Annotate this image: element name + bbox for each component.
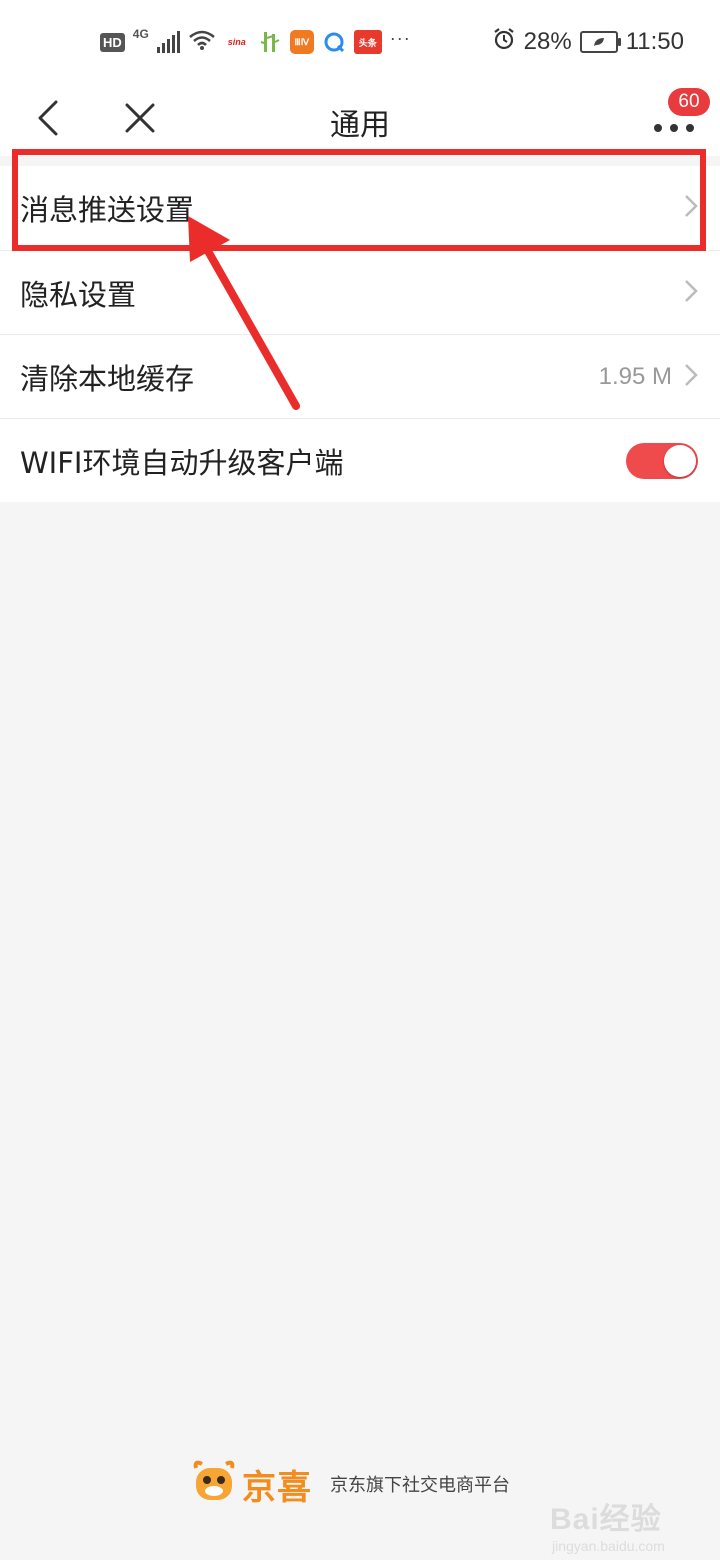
chevron-right-icon: [684, 279, 698, 307]
setting-label: 隐私设置: [20, 277, 137, 312]
status-bar: HD 4G sina ⅢⅣ 头条 ··· 28% 11:50: [0, 0, 720, 84]
chevron-right-icon: [684, 194, 698, 222]
bamboo-app-icon: [258, 30, 282, 54]
watermark-url: jingyan.baidu.com: [552, 1538, 665, 1554]
setting-control: [684, 279, 698, 307]
settings-list: 消息推送设置 隐私设置 清除本地缓存 1.95 M WIFI环境自动升级客户端: [0, 166, 720, 502]
setting-label: WIFI环境自动升级客户端: [20, 445, 344, 480]
status-bar-left: HD 4G sina ⅢⅣ 头条 ···: [100, 26, 411, 58]
setting-control: [626, 442, 698, 479]
setting-label: 消息推送设置: [20, 193, 195, 227]
setting-row-wifi-auto-upgrade: WIFI环境自动升级客户端: [0, 418, 720, 502]
setting-row-privacy[interactable]: 隐私设置: [0, 250, 720, 334]
sina-icon: sina: [227, 37, 246, 47]
hd-badge: HD: [100, 32, 125, 52]
notification-count-badge: 60: [668, 88, 710, 116]
more-notifications-indicator: ···: [389, 27, 411, 48]
watermark-logo-text: Bai经验: [550, 1503, 662, 1536]
setting-row-clear-cache[interactable]: 清除本地缓存 1.95 M: [0, 334, 720, 418]
alarm-icon: [492, 27, 516, 58]
wifi-icon: [188, 29, 216, 55]
battery-percent: 28%: [523, 28, 572, 55]
setting-label: 清除本地缓存: [20, 361, 195, 396]
orange-app-icon: ⅢⅣ: [289, 30, 314, 54]
browser-app-icon: [322, 30, 346, 54]
wifi-auto-upgrade-toggle[interactable]: [626, 442, 698, 479]
setting-row-push-notifications[interactable]: 消息推送设置: [0, 166, 720, 250]
toutiao-icon: 头条: [353, 30, 382, 54]
cell-signal-icon: [156, 31, 180, 53]
network-type: 4G: [132, 27, 149, 41]
toggle-knob: [664, 444, 696, 477]
more-menu-button[interactable]: 60: [650, 88, 710, 140]
status-bar-right: 28% 11:50: [492, 26, 684, 58]
setting-control: 1.95 M: [599, 363, 698, 391]
setting-control: [684, 194, 698, 222]
nav-bar: 通用 60: [0, 84, 720, 156]
footer-brand: 京喜 京东旗下社交电商平台: [190, 1454, 510, 1514]
brand-name: 京喜: [242, 1467, 312, 1508]
chevron-right-icon: [684, 363, 698, 391]
clock-time: 11:50: [625, 28, 684, 55]
cache-size-value: 1.95 M: [598, 362, 672, 390]
page-title: 通用: [330, 108, 390, 143]
brand-slogan: 京东旗下社交电商平台: [330, 1475, 510, 1496]
jingxi-mascot-icon: [190, 1458, 238, 1510]
battery-icon: [579, 31, 621, 53]
more-dots-icon: [650, 124, 698, 144]
baidu-jingyan-watermark: Bai经验 jingyan.baidu.com: [550, 1494, 665, 1554]
